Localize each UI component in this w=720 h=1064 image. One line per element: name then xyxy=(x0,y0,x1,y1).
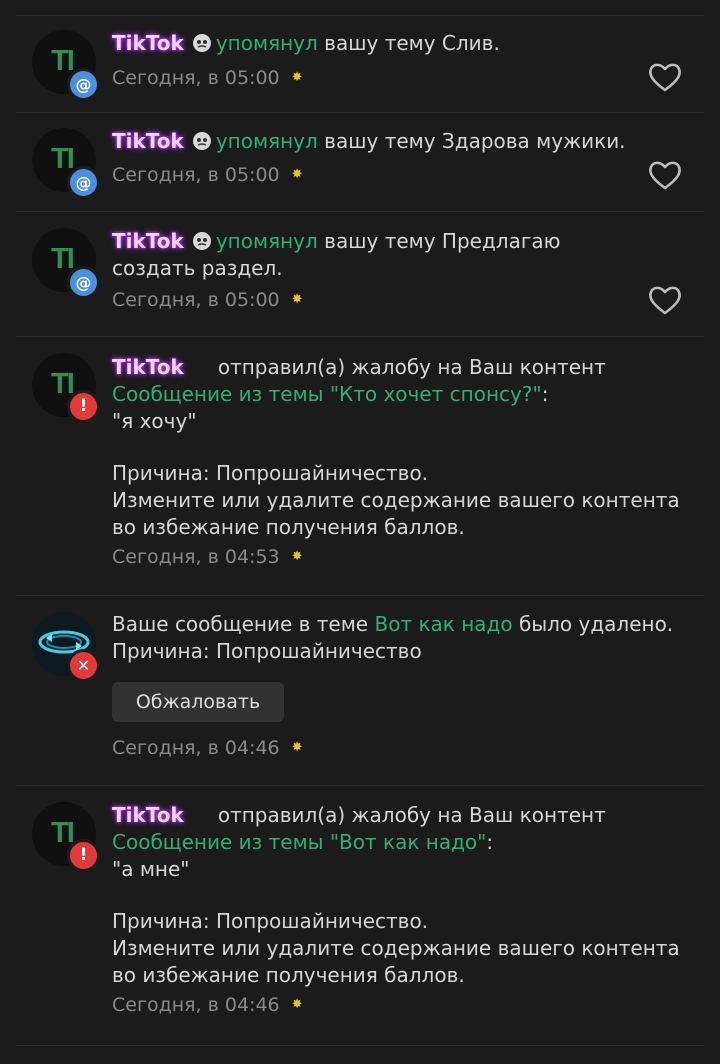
mention-verb-link[interactable]: упомянул xyxy=(216,129,318,153)
notification-text: TikTok отправил(а) жалобу на Ваш контент … xyxy=(112,354,684,541)
notification-body: вашу тему Здарова мужики. xyxy=(324,129,626,153)
username-link[interactable]: TikTok xyxy=(112,129,184,153)
exclamation-badge-icon: ! xyxy=(67,390,100,423)
thread-link[interactable]: Вот как надо xyxy=(374,612,512,636)
mention-badge-icon: @ xyxy=(67,166,100,199)
notification-text: Ваше сообщение в теме Вот как надо было … xyxy=(112,611,684,665)
avatar-emoji-icon xyxy=(192,34,211,52)
close-badge-icon: ✕ xyxy=(67,649,100,682)
report-advice: Измените или удалите содержание вашего к… xyxy=(112,488,680,539)
timestamp: Сегодня, в 04:46 ✸ xyxy=(112,737,303,759)
star-icon: ✸ xyxy=(291,740,303,755)
star-icon: ✸ xyxy=(291,70,303,85)
mention-badge-icon: @ xyxy=(67,68,100,101)
avatar-emoji-icon xyxy=(192,232,211,250)
report-action: отправил(а) жалобу на Ваш контент xyxy=(217,803,606,827)
report-reason: Причина: Попрошайничество. xyxy=(112,461,429,485)
username-link[interactable]: TikTok xyxy=(112,355,184,379)
reported-quote: "а мне" xyxy=(112,857,190,881)
exclamation-badge-icon: ! xyxy=(67,839,100,872)
avatar-initials: TI xyxy=(51,45,75,77)
notification-text: TikTok упомянул вашу тему Слив. xyxy=(112,30,632,57)
reported-quote: "я хочу" xyxy=(112,409,197,433)
heart-outline-icon[interactable] xyxy=(648,160,682,190)
timestamp: Сегодня, в 05:00 ✸ xyxy=(112,289,303,311)
notification-item[interactable]: TI ! TikTok отправил(а) жалобу на Ваш кон… xyxy=(16,786,704,1046)
star-icon: ✸ xyxy=(291,292,303,307)
divider xyxy=(16,1045,704,1046)
notification-item[interactable]: TI @ TikTok упомянул вашу тему Здарова му… xyxy=(16,113,704,212)
delete-reason: Причина: Попрошайничество xyxy=(112,639,422,663)
report-action: отправил(а) жалобу на Ваш контент xyxy=(217,355,606,379)
notification-body: вашу тему Слив. xyxy=(324,31,500,55)
notification-text: TikTok упомянул вашу тему Здарова мужики. xyxy=(112,128,632,155)
reported-post-link[interactable]: Сообщение из темы "Вот как надо" xyxy=(112,830,486,854)
username-link[interactable]: TikTok xyxy=(112,31,184,55)
reported-post-link[interactable]: Сообщение из темы "Кто хочет спонсу?" xyxy=(112,382,542,406)
notification-item[interactable]: TI @ TikTok упомянул вашу тему Слив. Сего… xyxy=(16,16,704,113)
timestamp: Сегодня, в 04:53 ✸ xyxy=(112,546,303,568)
notification-text: TikTok отправил(а) жалобу на Ваш контент … xyxy=(112,802,684,989)
star-icon: ✸ xyxy=(291,167,303,182)
notification-text: TikTok упомянул вашу тему Предлагаю созда… xyxy=(112,228,632,282)
mention-badge-icon: @ xyxy=(67,266,100,299)
timestamp: Сегодня, в 05:00 ✸ xyxy=(112,164,303,186)
username-link[interactable]: TikTok xyxy=(112,229,184,253)
notification-item[interactable]: TI ! TikTok отправил(а) жалобу на Ваш кон… xyxy=(16,337,704,596)
username-link[interactable]: TikTok xyxy=(112,803,184,827)
notification-item[interactable]: ✕ Ваше сообщение в теме Вот как надо был… xyxy=(16,596,704,786)
heart-outline-icon[interactable] xyxy=(648,62,682,92)
avatar-initials: TI xyxy=(51,243,75,275)
avatar-initials: TI xyxy=(51,143,75,175)
appeal-button[interactable]: Обжаловать xyxy=(112,682,284,722)
heart-outline-icon[interactable] xyxy=(648,285,682,315)
timestamp: Сегодня, в 05:00 ✸ xyxy=(112,67,303,89)
notification-item[interactable]: TI @ TikTok упомянул вашу тему Предлагаю … xyxy=(16,212,704,337)
star-icon: ✸ xyxy=(291,997,303,1012)
timestamp: Сегодня, в 04:46 ✸ xyxy=(112,994,303,1016)
mention-verb-link[interactable]: упомянул xyxy=(216,31,318,55)
report-reason: Причина: Попрошайничество. xyxy=(112,909,429,933)
mention-verb-link[interactable]: упомянул xyxy=(216,229,318,253)
report-advice: Измените или удалите содержание вашего к… xyxy=(112,936,680,987)
star-icon: ✸ xyxy=(291,549,303,564)
avatar-emoji-icon xyxy=(192,132,211,150)
